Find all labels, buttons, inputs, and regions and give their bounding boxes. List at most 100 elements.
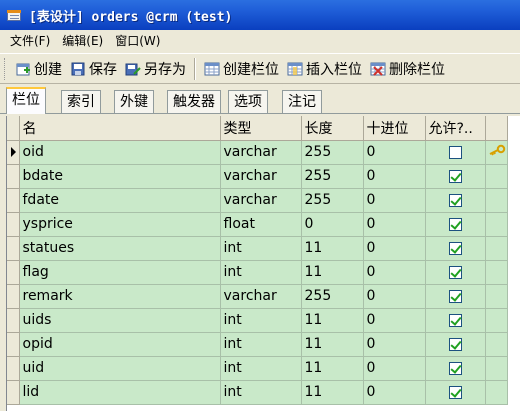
cell-decimal[interactable]: 0 <box>363 236 426 261</box>
cell-decimal[interactable]: 0 <box>363 332 426 357</box>
table-row[interactable]: oid varchar 255 0 <box>7 140 508 165</box>
allow-null-checkbox[interactable] <box>448 265 462 279</box>
cell-decimal[interactable]: 0 <box>363 260 426 285</box>
cell-key[interactable] <box>485 380 508 405</box>
allow-null-checkbox[interactable] <box>448 217 462 231</box>
cell-decimal[interactable]: 0 <box>363 212 426 237</box>
cell-decimal[interactable]: 0 <box>363 284 426 309</box>
cell-length[interactable]: 11 <box>301 308 364 333</box>
table-row[interactable]: fdate varchar 255 0 <box>7 188 508 213</box>
cell-length[interactable]: 255 <box>301 188 364 213</box>
cell-name[interactable]: uid <box>19 356 221 381</box>
row-selector[interactable] <box>7 356 20 381</box>
allow-null-checkbox[interactable] <box>448 241 462 255</box>
table-row[interactable]: opid int 11 0 <box>7 332 508 357</box>
cell-name[interactable]: remark <box>19 284 221 309</box>
menu-edit[interactable]: 编辑(E) <box>56 31 109 51</box>
cell-key[interactable] <box>485 260 508 285</box>
cell-type[interactable]: varchar <box>220 140 302 165</box>
cell-key[interactable] <box>485 164 508 189</box>
table-row[interactable]: uid int 11 0 <box>7 356 508 381</box>
cell-length[interactable]: 11 <box>301 236 364 261</box>
allow-null-checkbox[interactable] <box>448 289 462 303</box>
tab-options[interactable]: 选项 <box>228 90 268 113</box>
menu-window[interactable]: 窗口(W) <box>109 31 166 51</box>
cell-key[interactable] <box>485 284 508 309</box>
cell-length[interactable]: 255 <box>301 164 364 189</box>
allow-null-checkbox[interactable] <box>448 169 462 183</box>
table-row[interactable]: ysprice float 0 0 <box>7 212 508 237</box>
cell-name[interactable]: opid <box>19 332 221 357</box>
toolbar-grip[interactable] <box>4 57 7 80</box>
menu-file[interactable]: 文件(F) <box>4 31 56 51</box>
cell-key[interactable] <box>485 332 508 357</box>
row-selector[interactable] <box>7 140 20 165</box>
cell-decimal[interactable]: 0 <box>363 140 426 165</box>
header-decimal[interactable]: 十进位 <box>363 116 426 141</box>
cell-type[interactable]: int <box>220 308 302 333</box>
header-length[interactable]: 长度 <box>301 116 364 141</box>
table-row[interactable]: lid int 11 0 <box>7 380 508 405</box>
cell-key[interactable] <box>485 140 508 165</box>
cell-type[interactable]: varchar <box>220 188 302 213</box>
cell-type[interactable]: int <box>220 380 302 405</box>
allow-null-checkbox[interactable] <box>448 385 462 399</box>
cell-type[interactable]: int <box>220 332 302 357</box>
cell-name[interactable]: lid <box>19 380 221 405</box>
cell-decimal[interactable]: 0 <box>363 308 426 333</box>
cell-type[interactable]: float <box>220 212 302 237</box>
row-selector[interactable] <box>7 380 20 405</box>
cell-length[interactable]: 11 <box>301 380 364 405</box>
header-name[interactable]: 名 <box>19 116 221 141</box>
row-selector[interactable] <box>7 188 20 213</box>
allow-null-checkbox[interactable] <box>448 361 462 375</box>
save-button[interactable]: 保存 <box>66 57 121 81</box>
tab-triggers[interactable]: 触发器 <box>167 90 221 113</box>
allow-null-checkbox[interactable] <box>448 145 462 159</box>
cell-key[interactable] <box>485 236 508 261</box>
cell-decimal[interactable]: 0 <box>363 188 426 213</box>
cell-type[interactable]: int <box>220 260 302 285</box>
cell-decimal[interactable]: 0 <box>363 380 426 405</box>
table-row[interactable]: flag int 11 0 <box>7 260 508 285</box>
cell-key[interactable] <box>485 356 508 381</box>
cell-name[interactable]: fdate <box>19 188 221 213</box>
row-selector[interactable] <box>7 260 20 285</box>
table-row[interactable]: uids int 11 0 <box>7 308 508 333</box>
table-row[interactable]: statues int 11 0 <box>7 236 508 261</box>
cell-length[interactable]: 0 <box>301 212 364 237</box>
cell-name[interactable]: statues <box>19 236 221 261</box>
create-column-button[interactable]: 创建栏位 <box>200 57 283 81</box>
cell-name[interactable]: flag <box>19 260 221 285</box>
cell-type[interactable]: varchar <box>220 284 302 309</box>
cell-name[interactable]: uids <box>19 308 221 333</box>
cell-length[interactable]: 11 <box>301 260 364 285</box>
row-selector[interactable] <box>7 236 20 261</box>
cell-type[interactable]: varchar <box>220 164 302 189</box>
cell-length[interactable]: 255 <box>301 140 364 165</box>
row-selector[interactable] <box>7 212 20 237</box>
save-as-button[interactable]: 另存为 <box>121 57 190 81</box>
tab-columns[interactable]: 栏位 <box>6 87 46 114</box>
cell-length[interactable]: 11 <box>301 356 364 381</box>
tab-foreign-keys[interactable]: 外键 <box>114 90 154 113</box>
cell-type[interactable]: int <box>220 236 302 261</box>
header-type[interactable]: 类型 <box>220 116 302 141</box>
row-selector[interactable] <box>7 164 20 189</box>
row-selector[interactable] <box>7 284 20 309</box>
delete-column-button[interactable]: 删除栏位 <box>366 57 449 81</box>
row-selector[interactable] <box>7 332 20 357</box>
allow-null-checkbox[interactable] <box>448 337 462 351</box>
cell-name[interactable]: ysprice <box>19 212 221 237</box>
tab-indexes[interactable]: 索引 <box>61 90 101 113</box>
cell-decimal[interactable]: 0 <box>363 356 426 381</box>
cell-key[interactable] <box>485 188 508 213</box>
cell-decimal[interactable]: 0 <box>363 164 426 189</box>
cell-type[interactable]: int <box>220 356 302 381</box>
table-row[interactable]: remark varchar 255 0 <box>7 284 508 309</box>
cell-name[interactable]: bdate <box>19 164 221 189</box>
insert-column-button[interactable]: 插入栏位 <box>283 57 366 81</box>
cell-name[interactable]: oid <box>19 140 221 165</box>
header-allow-null[interactable]: 允许?.. <box>425 116 486 141</box>
allow-null-checkbox[interactable] <box>448 313 462 327</box>
